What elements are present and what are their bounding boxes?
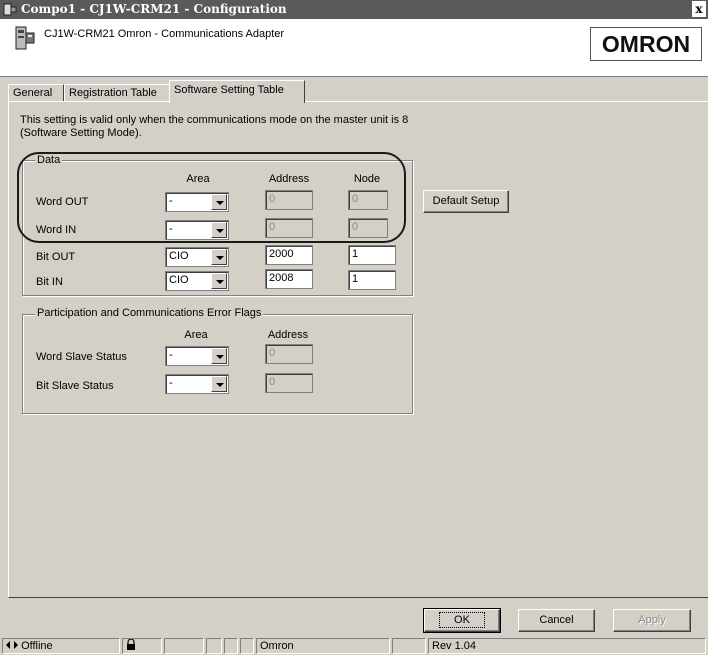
bit-in-node-field[interactable]: 1	[348, 270, 396, 290]
status-cell-empty	[240, 638, 254, 654]
chevron-down-icon[interactable]	[211, 348, 227, 364]
word-in-address-field[interactable]: 0	[265, 218, 313, 238]
default-setup-label: Default Setup	[432, 195, 500, 207]
select-value: -	[169, 195, 173, 207]
bit-in-label: Bit IN	[36, 276, 63, 288]
cancel-button[interactable]: Cancel	[518, 609, 595, 632]
ok-button[interactable]: OK	[423, 608, 501, 633]
default-setup-button[interactable]: Default Setup	[423, 190, 509, 213]
chevron-down-icon[interactable]	[211, 273, 227, 289]
bit-in-address-field[interactable]: 2008	[265, 269, 313, 289]
offline-icon	[6, 641, 18, 649]
flags-group-title: Participation and Communications Error F…	[35, 307, 264, 319]
flags-col-address: Address	[267, 329, 309, 341]
tab-software-setting-table[interactable]: Software Setting Table	[169, 80, 305, 103]
bit-out-label: Bit OUT	[36, 251, 76, 263]
tab-registration-table[interactable]: Registration Table	[64, 84, 171, 102]
chevron-down-icon[interactable]	[211, 249, 227, 265]
device-header: CJ1W-CRM21 Omron - Communications Adapte…	[0, 19, 708, 77]
window-title: Compo1 - CJ1W-CRM21 - Configuration	[21, 2, 287, 16]
data-group-title: Data	[35, 154, 63, 166]
status-lock	[122, 638, 162, 654]
chevron-down-icon[interactable]	[211, 222, 227, 238]
tab-general[interactable]: General	[8, 84, 64, 102]
select-value: -	[169, 349, 173, 361]
word-slave-status-label: Word Slave Status	[36, 351, 127, 363]
flags-col-area: Area	[184, 329, 208, 341]
data-col-area: Area	[186, 173, 210, 185]
tab-label: Registration Table	[69, 87, 157, 99]
word-out-label: Word OUT	[36, 196, 89, 208]
word-out-area-select[interactable]: -	[165, 192, 229, 212]
apply-label: Apply	[638, 614, 666, 626]
word-in-label: Word IN	[36, 224, 77, 236]
chevron-down-icon[interactable]	[211, 194, 227, 210]
bit-slave-status-address-field[interactable]: 0	[265, 373, 313, 393]
data-col-address: Address	[268, 173, 310, 185]
bit-out-address-field[interactable]: 2000	[265, 245, 313, 265]
omron-logo: OMRON	[590, 27, 702, 61]
close-button[interactable]: x	[692, 1, 706, 17]
status-mode: Offline	[2, 638, 120, 654]
device-description: CJ1W-CRM21 Omron - Communications Adapte…	[44, 28, 285, 40]
word-slave-status-address-field[interactable]: 0	[265, 344, 313, 364]
title-bar[interactable]: Compo1 - CJ1W-CRM21 - Configuration x	[0, 0, 708, 19]
bit-in-area-select[interactable]: CIO	[165, 271, 229, 291]
data-col-node: Node	[353, 173, 381, 185]
status-cell-empty	[392, 638, 426, 654]
select-value: CIO	[169, 274, 189, 286]
status-mode-text: Offline	[21, 640, 53, 652]
lock-icon	[127, 638, 135, 650]
configuration-window: Compo1 - CJ1W-CRM21 - Configuration x CJ…	[0, 0, 708, 655]
apply-button[interactable]: Apply	[613, 609, 691, 632]
bit-slave-status-area-select[interactable]: -	[165, 374, 229, 394]
status-revision: Rev 1.04	[428, 638, 706, 654]
tab-label: General	[13, 87, 53, 99]
word-in-node-field[interactable]: 0	[348, 218, 388, 238]
note-line-2: (Software Setting Mode).	[20, 127, 142, 139]
bit-slave-status-label: Bit Slave Status	[36, 380, 114, 392]
select-value: CIO	[169, 250, 189, 262]
status-cell-empty	[224, 638, 238, 654]
chevron-down-icon[interactable]	[211, 376, 227, 392]
status-bar: Offline Omron Rev 1.04	[0, 636, 708, 655]
select-value: -	[169, 223, 173, 235]
tab-label: Software Setting Table	[174, 84, 284, 96]
status-cell-empty	[206, 638, 222, 654]
app-icon	[3, 3, 17, 16]
word-out-address-field[interactable]: 0	[265, 190, 313, 210]
mode-note: This setting is valid only when the comm…	[20, 114, 440, 140]
note-line-1: This setting is valid only when the comm…	[20, 114, 409, 126]
select-value: -	[169, 377, 173, 389]
cancel-label: Cancel	[539, 614, 574, 626]
word-slave-status-area-select[interactable]: -	[165, 346, 229, 366]
ok-label: OK	[439, 612, 485, 628]
status-vendor: Omron	[256, 638, 390, 654]
word-out-node-field[interactable]: 0	[348, 190, 388, 210]
bit-out-area-select[interactable]: CIO	[165, 247, 229, 267]
bit-out-node-field[interactable]: 1	[348, 245, 396, 265]
word-in-area-select[interactable]: -	[165, 220, 229, 240]
device-icon	[15, 26, 35, 50]
status-cell-empty	[164, 638, 204, 654]
